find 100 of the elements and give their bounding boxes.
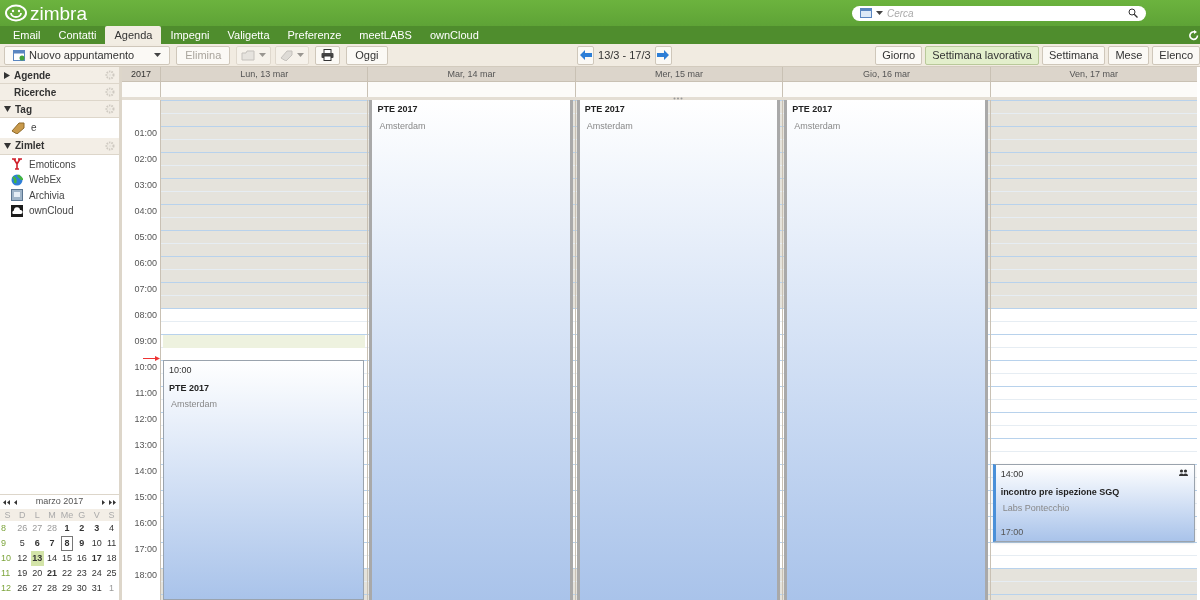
day-cell[interactable]: 19	[15, 566, 29, 581]
day-cell[interactable]: 4	[105, 521, 118, 536]
calendar-event[interactable]: PTE 2017 Amsterdam	[369, 100, 573, 600]
day-cell[interactable]: 21	[45, 566, 59, 581]
hour-label: 08:00	[134, 310, 157, 320]
day-cell[interactable]: 28	[45, 581, 59, 596]
drag-handle-icon[interactable]	[673, 97, 683, 100]
day-cell[interactable]: 27	[30, 581, 44, 596]
app-tab[interactable]: Agenda	[105, 26, 162, 44]
weekday-label: S	[3, 509, 12, 522]
calendar-event[interactable]: 10:00 PTE 2017 Amsterdam	[163, 360, 365, 600]
day-cell[interactable]: 11	[105, 536, 118, 551]
view-button[interactable]: Giorno	[875, 45, 923, 65]
section-header[interactable]: Tag	[0, 101, 119, 118]
refresh-icon[interactable]	[1189, 30, 1199, 41]
app-tab[interactable]: Contatti	[49, 26, 106, 44]
caret-icon	[297, 53, 305, 57]
day-cell[interactable]: 10	[90, 536, 104, 551]
sidebar-item[interactable]: Emoticons	[29, 156, 76, 172]
search-field[interactable]: Cerca	[852, 5, 1146, 21]
sidebar-item[interactable]: e	[31, 120, 37, 136]
day-cell[interactable]: 24	[90, 566, 104, 581]
day-cell[interactable]: 22	[60, 566, 74, 581]
day-header: Ven, 17 mar	[989, 67, 1198, 81]
section-header[interactable]: Agende	[0, 67, 119, 84]
calendar-event[interactable]: PTE 2017 Amsterdam	[576, 100, 781, 600]
day-cell[interactable]: 9	[75, 536, 89, 551]
view-button[interactable]: Settimana	[1041, 45, 1106, 65]
caret-icon	[259, 53, 267, 57]
weekday-label: D	[18, 509, 27, 522]
double-left-arrow-icon[interactable]	[3, 499, 10, 505]
right-arrow-icon[interactable]	[102, 499, 105, 505]
app-tab[interactable]: Email	[4, 26, 50, 44]
weekday-label: M	[47, 509, 57, 522]
view-button[interactable]: Settimana lavorativa	[925, 45, 1039, 65]
search-icon[interactable]	[1128, 8, 1138, 18]
section-header[interactable]: Zimlet	[0, 137, 119, 155]
sidebar-item[interactable]: ownCloud	[29, 203, 74, 219]
event-title: PTE 2017	[792, 103, 833, 116]
calendar-event[interactable]: PTE 2017 Amsterdam	[784, 100, 988, 600]
day-cell[interactable]: 5	[15, 536, 29, 551]
day-cell[interactable]: 13	[30, 551, 44, 566]
app-tab[interactable]: Valigetta	[218, 26, 279, 44]
view-button[interactable]: Elenco	[1152, 45, 1200, 65]
collapse-arrow-icon[interactable]	[4, 142, 11, 149]
sidebar-item[interactable]: Archivia	[29, 187, 65, 203]
double-right-arrow-icon[interactable]	[109, 499, 116, 505]
day-cell[interactable]: 15	[60, 551, 74, 566]
day-cell[interactable]: 29	[60, 581, 74, 596]
search-input[interactable]: Cerca	[887, 5, 1124, 21]
hour-label: 03:00	[134, 180, 157, 190]
day-cell[interactable]: 3	[90, 521, 104, 536]
collapse-arrow-icon[interactable]	[4, 106, 11, 112]
today-button[interactable]: Oggi	[346, 45, 388, 65]
caret-icon	[876, 11, 883, 15]
app-tab[interactable]: ownCloud	[420, 26, 488, 44]
day-cell[interactable]: 16	[75, 551, 89, 566]
day-cell[interactable]: 20	[30, 566, 44, 581]
next-button[interactable]	[654, 45, 672, 65]
day-cell[interactable]: 30	[75, 581, 89, 596]
day-cell[interactable]: 18	[105, 551, 118, 566]
day-cell[interactable]: 1	[60, 521, 74, 536]
day-cell[interactable]: 12	[15, 551, 29, 566]
print-button[interactable]	[315, 45, 341, 65]
event-end-time: 17:00	[1000, 525, 1024, 539]
previous-button[interactable]	[577, 45, 595, 65]
sidebar-item[interactable]: WebEx	[29, 172, 62, 188]
date-range: 13/3 - 17/3	[598, 47, 651, 63]
day-cell[interactable]: 31	[90, 581, 104, 596]
day-cell[interactable]: 8	[60, 536, 74, 551]
day-cell[interactable]: 17	[90, 551, 104, 566]
expand-arrow-icon[interactable]	[4, 71, 10, 79]
day-cell[interactable]: 6	[30, 536, 44, 551]
app-logo: zimbra	[30, 3, 87, 23]
event-time: 14:00	[1000, 468, 1024, 481]
week-number: 8	[0, 521, 7, 535]
app-tab[interactable]: Preferenze	[278, 26, 351, 44]
calendar-event[interactable]: 14:00 incontro pre ispezione SGQ Labs Pontecchio 17:00	[992, 464, 1196, 542]
hour-label: 09:00	[134, 336, 157, 346]
calendar-icon[interactable]	[860, 8, 872, 18]
week-number: 9	[0, 536, 7, 550]
day-cell[interactable]: 26	[15, 581, 29, 596]
cloud-icon	[11, 204, 23, 217]
hour-label: 15:00	[134, 492, 157, 502]
section-header[interactable]: Ricerche	[0, 84, 119, 101]
week-number: 11	[0, 566, 12, 580]
app-tab[interactable]: Impegni	[161, 26, 219, 44]
week-number: 10	[0, 551, 12, 565]
event-location: Amsterdam	[379, 119, 426, 133]
new-appointment-button[interactable]: Nuovo appuntamento	[4, 45, 171, 65]
day-cell[interactable]: 2	[75, 521, 89, 536]
day-cell[interactable]: 25	[105, 566, 118, 581]
app-tab[interactable]: meetLABS	[350, 26, 421, 44]
day-cell[interactable]: 14	[45, 551, 59, 566]
left-arrow-icon[interactable]	[14, 499, 17, 505]
day-cell[interactable]: 23	[75, 566, 89, 581]
day-cell[interactable]: 7	[45, 536, 59, 551]
event-title: incontro pre ispezione SGQ	[1000, 485, 1120, 499]
view-button[interactable]: Mese	[1108, 45, 1150, 65]
hour-label: 02:00	[134, 154, 157, 164]
